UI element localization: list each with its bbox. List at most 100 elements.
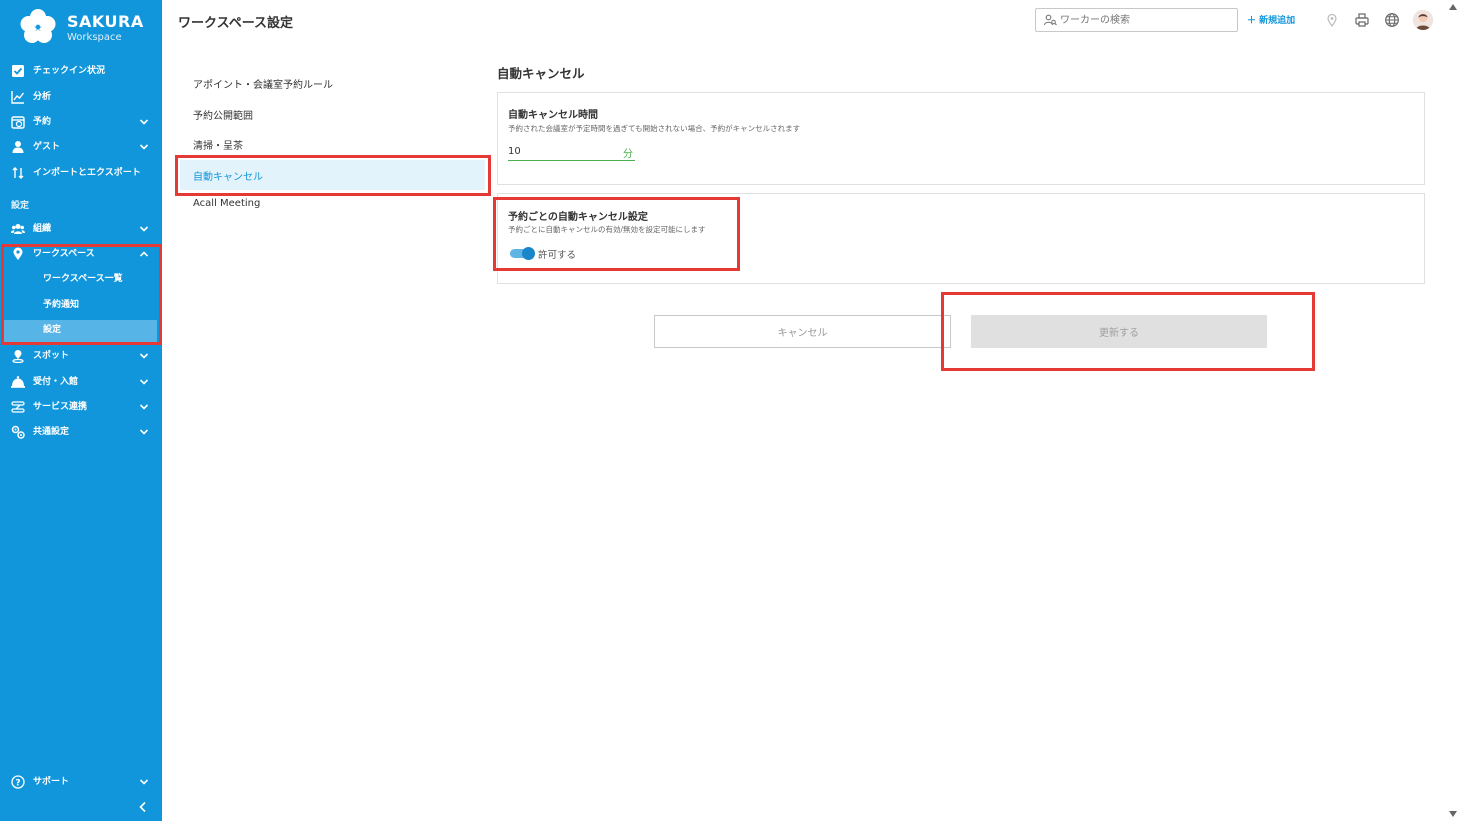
collapse-sidebar-icon[interactable] (136, 800, 150, 814)
settings-menu-publish-scope[interactable]: 予約公開範囲 (180, 99, 485, 129)
svg-text:?: ? (15, 779, 20, 789)
chevron-up-icon (139, 251, 149, 257)
globe-icon[interactable] (1384, 12, 1400, 28)
user-avatar[interactable] (1413, 10, 1433, 30)
toggle-knob (522, 247, 535, 260)
cancel-button[interactable]: キャンセル (654, 315, 951, 348)
sidebar-item-label: サポート (33, 777, 70, 787)
settings-menu-appointment-rules[interactable]: アポイント・会議室予約ルール (180, 68, 485, 98)
common-settings-icon (11, 425, 25, 439)
sidebar-item-reservation[interactable]: 予約 (0, 111, 162, 135)
help-circle-icon: ? (11, 775, 25, 789)
import-export-icon (12, 167, 24, 179)
page-title: ワークスペース設定 (178, 16, 294, 31)
worker-search-box[interactable] (1035, 8, 1238, 32)
sidebar-item-label: 組織 (33, 224, 52, 234)
per-reservation-description: 予約ごとに自動キャンセルの有効/無効を設定可能にします (508, 225, 706, 234)
chevron-down-icon (139, 779, 149, 785)
guest-icon (12, 141, 24, 153)
settings-menu-auto-cancel[interactable]: 自動キャンセル (180, 160, 485, 190)
chevron-down-icon (139, 144, 149, 150)
section-title: 自動キャンセル (497, 66, 585, 81)
sidebar-subitem-settings[interactable]: 設定 (4, 320, 157, 342)
sakura-logo-icon: ☆ (20, 9, 56, 43)
per-reservation-auto-cancel-card: 予約ごとの自動キャンセル設定 予約ごとに自動キャンセルの有効/無効を設定可能にし… (497, 193, 1425, 284)
auto-cancel-time-title: 自動キャンセル時間 (508, 110, 598, 121)
allow-toggle-switch[interactable] (508, 246, 536, 260)
sidebar-section-label: 設定 (11, 201, 30, 211)
sidebar-item-support[interactable]: ? サポート (0, 771, 162, 795)
sidebar-item-label: チェックイン状況 (33, 66, 106, 76)
sidebar-item-label: サービス連携 (33, 402, 88, 412)
add-new-button[interactable]: ＋ 新規追加 (1247, 13, 1295, 26)
service-link-icon (11, 401, 25, 413)
toggle-label: 許可する (538, 250, 577, 261)
auto-cancel-minutes-field[interactable]: 分 (508, 143, 635, 161)
auto-cancel-minutes-input[interactable] (508, 143, 608, 159)
calendar-icon (11, 116, 25, 129)
sidebar-subitem-reservation-notice[interactable]: 予約通知 (4, 295, 157, 317)
worker-search-input[interactable] (1060, 11, 1232, 29)
person-search-icon (1044, 14, 1057, 26)
sidebar-item-label: 共通設定 (33, 427, 70, 437)
sidebar-item-label: ゲスト (33, 142, 61, 152)
sidebar-subitem-label: 予約通知 (43, 300, 80, 310)
per-reservation-title: 予約ごとの自動キャンセル設定 (508, 212, 648, 223)
sidebar-item-guest[interactable]: ゲスト (0, 136, 162, 160)
add-new-label: 新規追加 (1259, 16, 1296, 26)
sidebar-item-label: 受付・入館 (33, 377, 79, 387)
sidebar-item-organization[interactable]: 組織 (0, 218, 162, 242)
sidebar-item-service-link[interactable]: サービス連携 (0, 396, 162, 420)
brand-subtitle: Workspace (67, 32, 122, 43)
brand-name: SAKURA (67, 12, 144, 31)
update-button[interactable]: 更新する (971, 315, 1267, 348)
auto-cancel-time-card: 自動キャンセル時間 予約された会議室が予定時間を過ぎても開始されない場合、予約が… (497, 92, 1425, 185)
chevron-down-icon (139, 353, 149, 359)
sidebar-item-label: ワークスペース (33, 249, 95, 259)
settings-menu-acall-meeting[interactable]: Acall Meeting (180, 190, 485, 220)
location-pin-icon[interactable] (1324, 12, 1340, 28)
sidebar-item-import-export[interactable]: インポートとエクスポート (0, 162, 162, 186)
chevron-down-icon (139, 429, 149, 435)
sidebar-subitem-label: 設定 (43, 325, 62, 335)
chevron-down-icon (139, 226, 149, 232)
auto-cancel-time-description: 予約された会議室が予定時間を過ぎても開始されない場合、予約がキャンセルされます (508, 124, 801, 133)
app-root: ☆ SAKURA Workspace チェックイン状況 分析 予約 ゲスト イン… (0, 0, 1460, 821)
settings-menu-cleaning-tea[interactable]: 清掃・呈茶 (180, 129, 485, 159)
brand-logo[interactable]: ☆ SAKURA Workspace (19, 6, 159, 48)
scroll-down-arrow-icon[interactable] (1448, 810, 1458, 818)
settings-menu-label: 自動キャンセル (193, 172, 263, 183)
location-pin-icon (13, 247, 23, 260)
chart-icon (11, 91, 25, 104)
scroll-up-arrow-icon[interactable] (1448, 3, 1458, 11)
reception-icon (11, 376, 25, 388)
sidebar-item-label: インポートとエクスポート (33, 168, 141, 178)
checkbox-icon (12, 65, 24, 77)
settings-menu-label: アポイント・会議室予約ルール (193, 80, 333, 91)
sidebar-item-label: 分析 (33, 92, 52, 102)
sidebar-item-analytics[interactable]: 分析 (0, 86, 162, 110)
printer-icon[interactable] (1354, 12, 1370, 28)
settings-menu-label: Acall Meeting (193, 198, 261, 209)
spot-icon (12, 350, 24, 363)
avatar-image-icon (1413, 10, 1433, 30)
sidebar-subitem-label: ワークスペース一覧 (43, 274, 123, 284)
chevron-down-icon (139, 119, 149, 125)
settings-menu-label: 予約公開範囲 (193, 111, 253, 122)
sidebar-subitem-workspace-list[interactable]: ワークスペース一覧 (4, 269, 157, 291)
sidebar-item-common-settings[interactable]: 共通設定 (0, 421, 162, 445)
sidebar-item-label: 予約 (33, 117, 52, 127)
sidebar: ☆ SAKURA Workspace チェックイン状況 分析 予約 ゲスト イン… (0, 0, 162, 821)
sidebar-item-spot[interactable]: スポット (0, 345, 162, 369)
sidebar-item-checkin[interactable]: チェックイン状況 (0, 60, 162, 84)
chevron-down-icon (139, 379, 149, 385)
sidebar-item-label: スポット (33, 351, 70, 361)
sidebar-item-reception[interactable]: 受付・入館 (0, 371, 162, 395)
organization-icon (11, 224, 25, 234)
chevron-down-icon (139, 404, 149, 410)
sidebar-item-workspace[interactable]: ワークスペース (0, 243, 162, 267)
plus-icon: ＋ (1247, 16, 1260, 26)
svg-text:☆: ☆ (34, 23, 43, 34)
minutes-unit-label: 分 (623, 149, 633, 160)
settings-menu-label: 清掃・呈茶 (193, 141, 243, 152)
